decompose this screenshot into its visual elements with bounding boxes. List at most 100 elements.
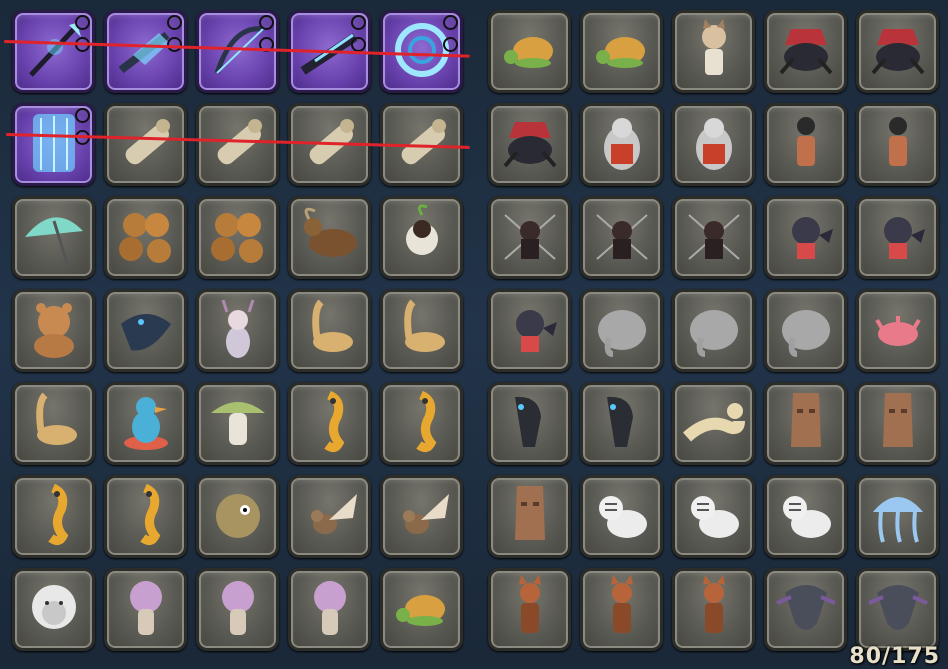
right-item-slot[interactable] xyxy=(856,103,939,186)
left-item-slot[interactable] xyxy=(104,289,187,372)
left-item-slot[interactable] xyxy=(196,103,279,186)
right-item-slot[interactable] xyxy=(672,103,755,186)
ferret-icon xyxy=(679,387,749,461)
right-item-slot[interactable] xyxy=(488,568,571,651)
dragon-icon xyxy=(863,573,933,647)
sprout-creature-icon xyxy=(387,201,457,275)
right-item-slot[interactable] xyxy=(672,568,755,651)
catgirl-icon xyxy=(679,15,749,89)
left-item-slot[interactable] xyxy=(12,10,95,93)
left-item-slot[interactable] xyxy=(12,568,95,651)
jellyfish-icon xyxy=(863,480,933,554)
right-item-slot[interactable] xyxy=(580,475,663,558)
seahorse-icon xyxy=(387,387,457,461)
right-item-slot[interactable] xyxy=(856,475,939,558)
left-item-slot[interactable] xyxy=(104,10,187,93)
moai-icon xyxy=(863,387,933,461)
right-item-slot[interactable] xyxy=(856,196,939,279)
right-item-slot[interactable] xyxy=(488,103,571,186)
right-item-slot[interactable] xyxy=(856,289,939,372)
left-item-slot[interactable] xyxy=(380,475,463,558)
right-item-slot[interactable] xyxy=(488,475,571,558)
right-item-slot[interactable] xyxy=(580,568,663,651)
right-item-slot[interactable] xyxy=(580,289,663,372)
left-item-slot[interactable] xyxy=(12,103,95,186)
left-item-slot[interactable] xyxy=(196,196,279,279)
right-item-slot[interactable] xyxy=(672,475,755,558)
right-item-slot[interactable] xyxy=(672,382,755,465)
warrior-girl-icon xyxy=(771,108,841,182)
right-item-slot[interactable] xyxy=(856,568,939,651)
right-item-slot[interactable] xyxy=(764,382,847,465)
left-item-slot[interactable] xyxy=(380,196,463,279)
dinosaur-icon xyxy=(387,294,457,368)
bat-doll-icon xyxy=(863,201,933,275)
right-item-slot[interactable] xyxy=(672,196,755,279)
left-item-slot[interactable] xyxy=(12,475,95,558)
left-item-slot[interactable] xyxy=(12,196,95,279)
right-item-slot[interactable] xyxy=(580,10,663,93)
left-item-slot[interactable] xyxy=(380,289,463,372)
left-item-slot[interactable] xyxy=(104,103,187,186)
right-item-slot[interactable] xyxy=(488,289,571,372)
dark-knight-icon xyxy=(495,201,565,275)
right-item-slot[interactable] xyxy=(672,289,755,372)
turtle-icon xyxy=(387,573,457,647)
minion-grid-left xyxy=(12,10,463,651)
left-item-slot[interactable] xyxy=(196,568,279,651)
left-item-slot[interactable] xyxy=(196,10,279,93)
moai-icon xyxy=(771,387,841,461)
right-item-slot[interactable] xyxy=(764,289,847,372)
umbrella-icon xyxy=(19,201,89,275)
right-item-slot[interactable] xyxy=(764,10,847,93)
left-item-slot[interactable] xyxy=(104,196,187,279)
turtle-icon xyxy=(587,15,657,89)
left-item-slot[interactable] xyxy=(196,289,279,372)
left-item-slot[interactable] xyxy=(12,382,95,465)
right-item-slot[interactable] xyxy=(580,382,663,465)
left-item-slot[interactable] xyxy=(104,475,187,558)
right-item-slot[interactable] xyxy=(764,475,847,558)
white-tiger-icon xyxy=(679,480,749,554)
left-item-slot[interactable] xyxy=(288,568,371,651)
left-item-slot[interactable] xyxy=(104,568,187,651)
bear-icon xyxy=(19,294,89,368)
seahorse-icon xyxy=(295,387,365,461)
right-item-slot[interactable] xyxy=(488,10,571,93)
penguin-icon xyxy=(679,108,749,182)
right-item-slot[interactable] xyxy=(488,196,571,279)
left-item-slot[interactable] xyxy=(380,382,463,465)
left-item-slot[interactable] xyxy=(196,382,279,465)
mushroom-doll-icon xyxy=(203,573,273,647)
scroll-icon xyxy=(203,108,273,182)
left-item-slot[interactable] xyxy=(380,568,463,651)
right-item-slot[interactable] xyxy=(856,10,939,93)
left-item-slot[interactable] xyxy=(12,289,95,372)
right-item-slot[interactable] xyxy=(764,196,847,279)
dinosaur-icon xyxy=(295,294,365,368)
goat-icon xyxy=(295,201,365,275)
left-item-slot[interactable] xyxy=(288,382,371,465)
mushroom-doll-icon xyxy=(295,573,365,647)
dark-horse-icon xyxy=(495,387,565,461)
right-item-slot[interactable] xyxy=(856,382,939,465)
white-beast-icon xyxy=(19,573,89,647)
left-item-slot[interactable] xyxy=(104,382,187,465)
right-item-slot[interactable] xyxy=(672,10,755,93)
right-item-slot[interactable] xyxy=(580,103,663,186)
left-item-slot[interactable] xyxy=(288,196,371,279)
left-item-slot[interactable] xyxy=(196,475,279,558)
right-item-slot[interactable] xyxy=(580,196,663,279)
dark-knight-icon xyxy=(587,201,657,275)
bat-doll-icon xyxy=(771,201,841,275)
left-item-slot[interactable] xyxy=(288,289,371,372)
right-item-slot[interactable] xyxy=(764,103,847,186)
elephant-icon xyxy=(587,294,657,368)
left-item-slot[interactable] xyxy=(288,475,371,558)
right-item-slot[interactable] xyxy=(488,382,571,465)
circle-mark xyxy=(443,15,458,30)
bird-icon xyxy=(295,480,365,554)
right-item-slot[interactable] xyxy=(764,568,847,651)
item-counter: 80/175 xyxy=(849,644,940,669)
fox-girl-icon xyxy=(679,573,749,647)
